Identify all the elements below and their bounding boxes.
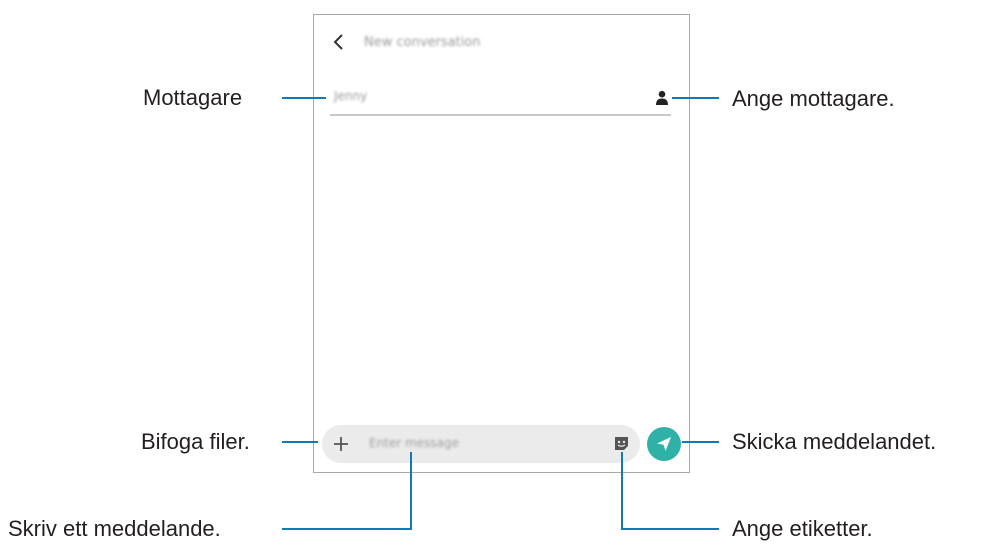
callout-line-recipient <box>282 97 326 99</box>
callout-attach-files: Bifoga filer. <box>141 429 250 454</box>
callout-send-message: Skicka meddelandet. <box>732 429 937 454</box>
callout-write-message: Skriv ett meddelande. <box>8 516 221 541</box>
callout-add-recipient: Ange mottagare. <box>732 86 895 111</box>
callout-line-add-recipient <box>672 97 719 99</box>
recipient-field-underline <box>330 114 671 116</box>
contact-person-icon[interactable] <box>655 90 669 106</box>
callout-recipient: Mottagare <box>143 85 243 110</box>
back-arrow-icon[interactable] <box>328 31 350 53</box>
recipient-input[interactable]: Jenny <box>334 89 367 103</box>
conversation-title: New conversation <box>364 35 481 50</box>
send-icon <box>657 437 671 451</box>
callout-line-attach <box>282 441 318 443</box>
phone-screen: New conversation Jenny Enter message <box>313 14 690 473</box>
send-button[interactable] <box>647 427 681 461</box>
callout-add-stickers: Ange etiketter. <box>732 516 873 541</box>
callout-line-write-vertical <box>410 452 412 530</box>
sticker-icon[interactable] <box>613 435 630 452</box>
callout-line-write-horizontal <box>282 528 412 530</box>
callout-line-sticker-horizontal <box>621 528 719 530</box>
plus-icon[interactable] <box>332 435 350 453</box>
callout-line-send <box>682 441 719 443</box>
message-input-bar: Enter message <box>322 425 640 463</box>
callout-line-sticker-vertical <box>621 452 623 530</box>
message-input[interactable]: Enter message <box>369 436 459 450</box>
